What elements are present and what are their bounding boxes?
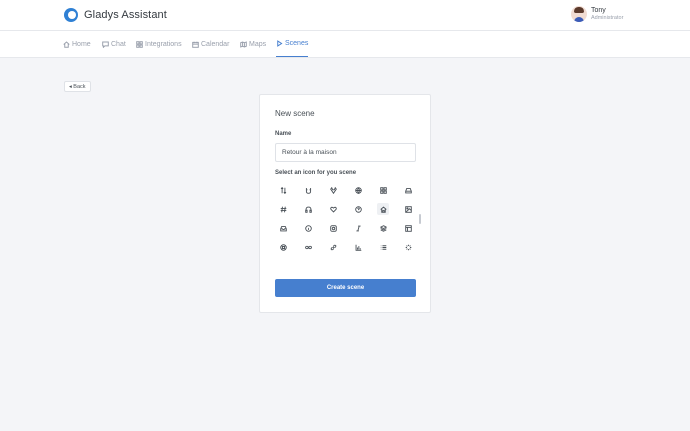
life-buoy-icon[interactable] bbox=[277, 241, 289, 253]
icon-picker bbox=[275, 182, 416, 255]
arrows-transfer-icon[interactable] bbox=[277, 184, 289, 196]
italic-icon[interactable] bbox=[352, 222, 364, 234]
icon-picker-scrollbar[interactable] bbox=[419, 214, 421, 224]
gitlab-icon[interactable] bbox=[327, 184, 339, 196]
nav-item-chat[interactable]: Chat bbox=[102, 31, 126, 57]
bandage-icon[interactable] bbox=[302, 184, 314, 196]
brand-name: Gladys Assistant bbox=[84, 9, 167, 21]
info-icon[interactable] bbox=[302, 222, 314, 234]
inbox-icon[interactable] bbox=[277, 222, 289, 234]
globe-icon[interactable] bbox=[352, 184, 364, 196]
image-icon[interactable] bbox=[402, 203, 414, 215]
gladys-logo-icon bbox=[64, 8, 78, 22]
nav-item-scenes[interactable]: Scenes bbox=[276, 31, 309, 57]
brand[interactable]: Gladys Assistant bbox=[64, 8, 167, 22]
grid-icon bbox=[136, 40, 143, 48]
user-name: Tony bbox=[591, 6, 606, 14]
nav-item-home[interactable]: Home bbox=[63, 31, 91, 57]
list-icon[interactable] bbox=[377, 241, 389, 253]
nav-item-calendar[interactable]: Calendar bbox=[192, 31, 229, 57]
heart-icon[interactable] bbox=[327, 203, 339, 215]
user-menu[interactable]: Tony Administrator bbox=[571, 6, 623, 22]
link-icon[interactable] bbox=[327, 241, 339, 253]
instagram-icon[interactable] bbox=[327, 222, 339, 234]
layout-icon[interactable] bbox=[402, 222, 414, 234]
nav-item-maps[interactable]: Maps bbox=[240, 31, 266, 57]
home-icon bbox=[63, 40, 70, 48]
user-role: Administrator bbox=[591, 14, 624, 21]
main-nav: Home Chat Integrations Calendar Maps Sce… bbox=[0, 31, 690, 58]
avatar bbox=[571, 6, 587, 22]
help-circle-icon[interactable] bbox=[352, 203, 364, 215]
card-title: New scene bbox=[275, 109, 315, 118]
link-2-icon[interactable] bbox=[302, 241, 314, 253]
home-icon[interactable] bbox=[377, 203, 389, 215]
name-label: Name bbox=[275, 131, 292, 137]
headphones-icon[interactable] bbox=[302, 203, 314, 215]
scene-name-input[interactable]: Retour à la maison bbox=[275, 143, 416, 162]
icon-select-label: Select an icon for you scene bbox=[275, 170, 357, 176]
hard-drive-icon[interactable] bbox=[402, 184, 414, 196]
grid-icon[interactable] bbox=[377, 184, 389, 196]
message-icon bbox=[102, 41, 109, 48]
layers-icon[interactable] bbox=[377, 222, 389, 234]
bar-chart-icon[interactable] bbox=[352, 241, 364, 253]
create-scene-button[interactable]: Create scene bbox=[275, 279, 416, 297]
loader-icon[interactable] bbox=[402, 241, 414, 253]
calendar-icon bbox=[192, 41, 199, 48]
back-button[interactable]: ◂ Back bbox=[64, 81, 91, 92]
top-header: Gladys Assistant Tony Administrator bbox=[0, 0, 690, 31]
play-icon bbox=[277, 40, 283, 47]
hash-icon[interactable] bbox=[277, 203, 289, 215]
nav-item-integrations[interactable]: Integrations bbox=[136, 31, 182, 57]
map-icon bbox=[240, 40, 247, 48]
